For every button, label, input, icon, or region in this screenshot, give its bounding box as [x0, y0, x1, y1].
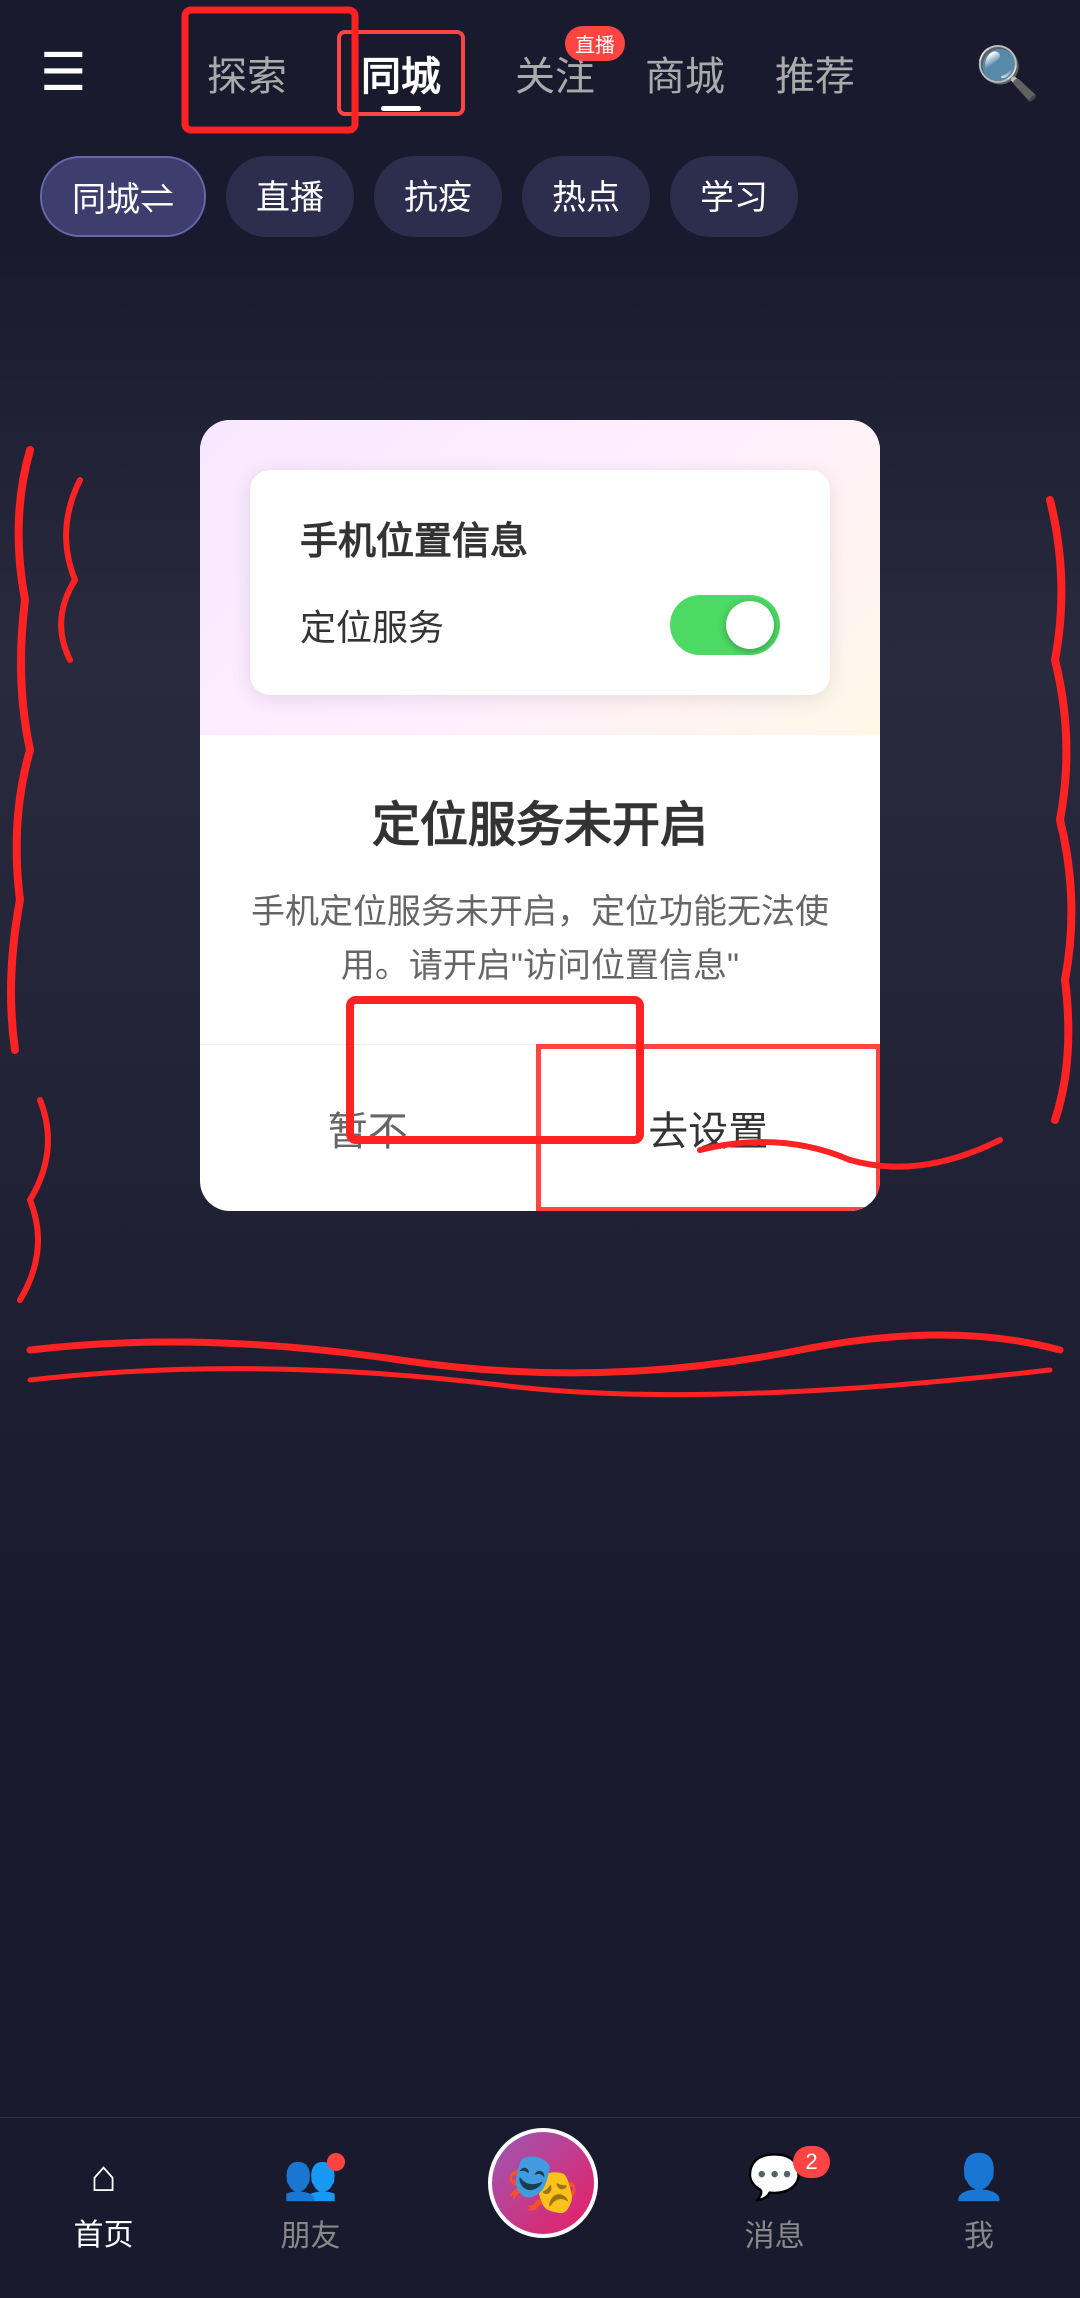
nav-tab-recommend[interactable]: 推荐	[775, 44, 855, 102]
sub-pill-live[interactable]: 直播	[226, 156, 354, 237]
dialog-actions: 暂不 去设置	[200, 1044, 880, 1211]
location-card: 手机位置信息 定位服务	[250, 470, 830, 695]
location-toggle[interactable]	[670, 595, 780, 655]
friends-notification-dot	[327, 2153, 345, 2171]
bottom-tab-home-label: 首页	[74, 2210, 134, 2254]
nav-tab-local-wrapper: 同城	[337, 30, 465, 116]
live-badge: 直播	[565, 26, 625, 61]
nav-tab-local[interactable]: 同城	[361, 55, 441, 99]
nav-tab-explore[interactable]: 探索	[207, 44, 287, 102]
bottom-tab-me-label: 我	[964, 2211, 994, 2255]
bottom-tab-center[interactable]: 🎭	[488, 2128, 598, 2238]
toggle-knob	[726, 601, 774, 649]
bottom-tab-messages-label: 消息	[745, 2211, 805, 2255]
sub-navigation: 同城⇌ 直播 抗疫 热点 学习	[0, 136, 1080, 257]
toggle-label: 定位服务	[300, 599, 444, 651]
location-toggle-row: 定位服务	[300, 595, 780, 655]
bottom-tab-friends-label: 朋友	[281, 2211, 341, 2255]
dialog-cancel-button[interactable]: 暂不	[200, 1045, 537, 1211]
menu-icon[interactable]: ☰	[40, 43, 87, 103]
top-navigation: ☰ 探索 同城 关注 直播 商城 推荐 🔍	[0, 0, 1080, 136]
sub-pill-antiepidemic[interactable]: 抗疫	[374, 156, 502, 237]
center-avatar: 🎭	[488, 2128, 598, 2238]
location-card-title: 手机位置信息	[300, 510, 780, 565]
dialog-top-section: 手机位置信息 定位服务	[200, 420, 880, 735]
sub-pill-study[interactable]: 学习	[670, 156, 798, 237]
dialog-body: 定位服务未开启 手机定位服务未开启，定位功能无法使用。请开启"访问位置信息"	[200, 735, 880, 994]
bottom-tab-messages[interactable]: 💬 消息 2	[745, 2151, 805, 2255]
dialog-title: 定位服务未开启	[250, 785, 830, 855]
sub-pill-local[interactable]: 同城⇌	[40, 156, 206, 237]
nav-tabs: 探索 同城 关注 直播 商城 推荐	[87, 30, 976, 116]
nav-tab-follow-wrapper: 关注 直播	[515, 44, 595, 102]
location-dialog: 手机位置信息 定位服务 定位服务未开启 手机定位服务未开启，定位功能无法使用。请…	[200, 420, 880, 1211]
bottom-tab-home[interactable]: ⌂ 首页	[74, 2152, 134, 2254]
search-icon[interactable]: 🔍	[975, 43, 1040, 104]
bottom-tab-me[interactable]: 👤 我	[952, 2151, 1007, 2255]
nav-tab-mall[interactable]: 商城	[645, 44, 725, 102]
sub-pill-hotspot[interactable]: 热点	[522, 156, 650, 237]
dialog-confirm-button[interactable]: 去设置	[536, 1044, 881, 1211]
bottom-navigation: ⌂ 首页 👥 朋友 🎭 💬 消息 2 👤 我	[0, 2117, 1080, 2298]
bottom-tab-friends[interactable]: 👥 朋友	[281, 2151, 341, 2255]
dialog-message: 手机定位服务未开启，定位功能无法使用。请开启"访问位置信息"	[250, 885, 830, 994]
messages-badge: 2	[793, 2146, 829, 2178]
nav-tab-follow[interactable]: 关注	[515, 55, 595, 99]
